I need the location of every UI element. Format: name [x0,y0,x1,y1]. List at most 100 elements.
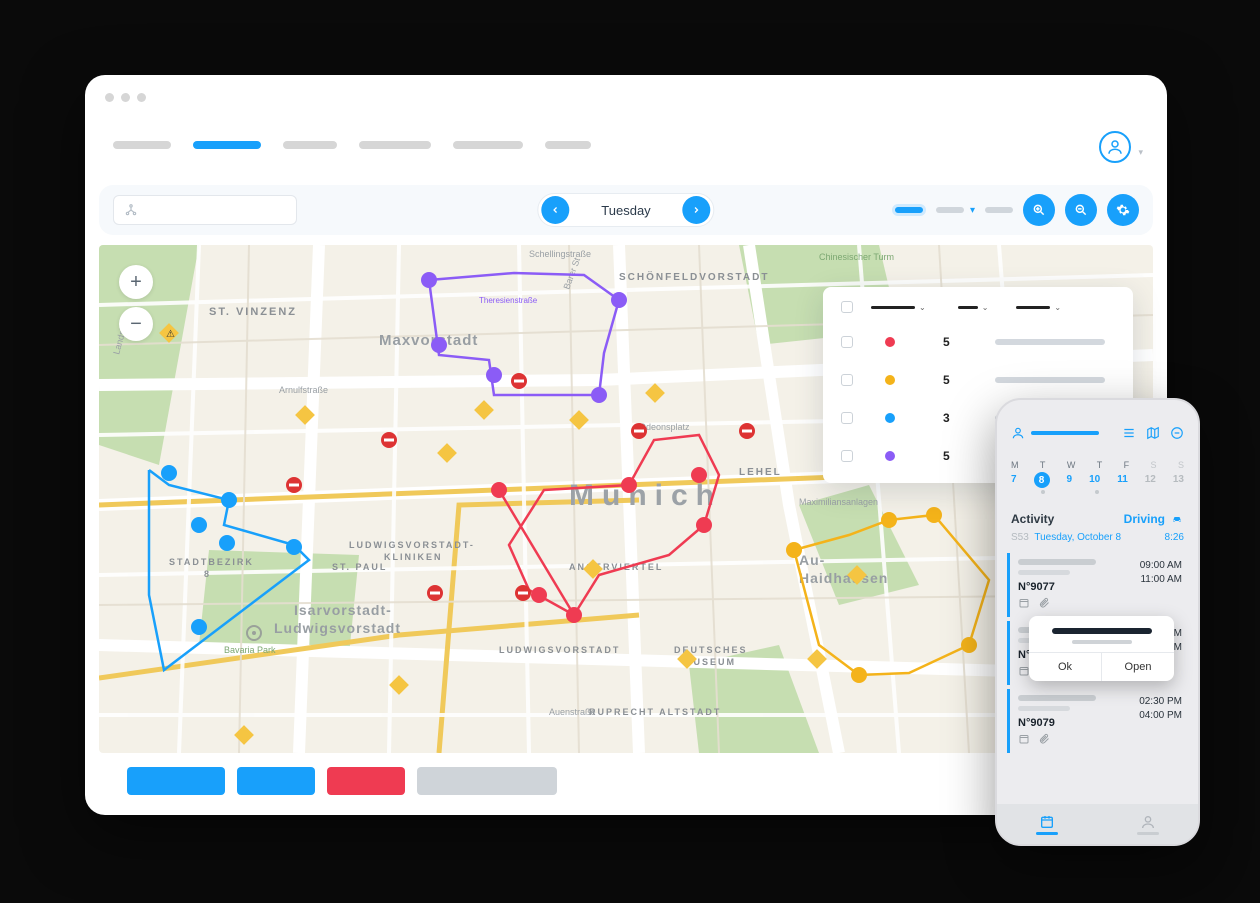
route-count: 5 [943,449,973,463]
day-number[interactable]: 7 [1011,474,1017,488]
svg-text:⚠: ⚠ [166,329,175,340]
zoom-out-button[interactable] [1065,194,1097,226]
dropdown-caret-icon[interactable]: ▾ [970,205,975,216]
tab-schedule[interactable] [1036,814,1058,835]
day-number[interactable]: 11 [1117,474,1128,488]
route-checkbox[interactable] [841,412,853,424]
filter-item[interactable] [985,207,1013,213]
day-header: S [1151,460,1157,470]
svg-text:Ludwigsvorstadt: Ludwigsvorstadt [274,620,401,636]
popup-ok-button[interactable]: Ok [1029,653,1101,681]
popup-sub-placeholder [1072,640,1132,644]
day-number[interactable]: 13 [1173,474,1184,488]
day-number[interactable]: 8 [1034,472,1050,488]
chevron-down-icon[interactable]: ⌄ [919,303,926,312]
svg-text:Chinesischer Turm: Chinesischer Turm [819,252,894,262]
nav-item[interactable] [283,141,337,149]
map-icon[interactable] [1146,426,1160,440]
svg-text:STADTBEZIRK: STADTBEZIRK [169,557,254,567]
schedule-card[interactable]: N°9079 02:30 PM04:00 PM [1007,689,1188,753]
route-count: 5 [943,373,973,387]
zoom-in-icon [1032,203,1046,217]
window-dot[interactable] [121,93,130,102]
search-input[interactable] [113,195,297,225]
popup-dialog: Ok Open [1029,616,1174,681]
day-number[interactable]: 12 [1145,474,1156,488]
avatar-caret-icon[interactable]: ▾ [1138,147,1143,158]
route-color-dot [885,375,895,385]
footer-button[interactable] [327,767,405,795]
day-number[interactable]: 10 [1089,474,1100,488]
settings-button[interactable] [1107,194,1139,226]
phone-tab-bar [997,804,1198,844]
filter-toggle[interactable] [892,204,926,216]
schedule-card[interactable]: N°9077 09:00 AM11:00 AM [1007,553,1188,617]
route-color-dot [885,413,895,423]
list-icon[interactable] [1122,426,1136,440]
route-checkbox[interactable] [841,450,853,462]
svg-text:ST. PAUL: ST. PAUL [332,562,387,572]
tab-profile[interactable] [1137,814,1159,835]
user-icon [1140,814,1156,830]
svg-text:Arnulfstraße: Arnulfstraße [279,385,328,395]
route-row[interactable]: 5 [823,361,1133,399]
map-zoom-controls: + − [119,265,153,341]
nav-item[interactable] [359,141,431,149]
svg-text:Isarvorstadt-: Isarvorstadt- [294,602,392,618]
map-zoom-in-button[interactable]: + [119,265,153,299]
toolbar-right: ▾ [892,194,1139,226]
hierarchy-icon [124,203,138,217]
day-header: T [1040,460,1046,470]
day-header: F [1124,460,1130,470]
avatar[interactable] [1099,131,1131,163]
activity-row: Activity Driving [997,502,1198,528]
phone-title-placeholder [1031,431,1099,435]
day-number[interactable]: 9 [1067,474,1073,488]
route-name-placeholder [995,377,1105,383]
route-count: 3 [943,411,973,425]
select-all-checkbox[interactable] [841,301,853,313]
window-dot[interactable] [105,93,114,102]
footer-button[interactable] [417,767,557,795]
route-checkbox[interactable] [841,374,853,386]
activity-value[interactable]: Driving [1124,512,1184,526]
car-icon [1170,513,1184,525]
map-zoom-out-button[interactable]: − [119,307,153,341]
city-label: Munich [569,479,722,512]
zoom-out-icon [1074,203,1088,217]
activity-label: Activity [1011,512,1054,526]
popup-title-placeholder [1052,628,1152,634]
nav-item[interactable] [453,141,523,149]
window-controls [105,93,146,102]
date-switcher: Tuesday [537,193,714,227]
day-header: M [1011,460,1019,470]
chevron-right-icon [692,205,702,215]
next-day-button[interactable] [683,196,711,224]
svg-text:ST. VINZENZ: ST. VINZENZ [209,306,297,318]
route-checkbox[interactable] [841,336,853,348]
card-id: N°9077 [1018,581,1096,593]
nav-item[interactable] [545,141,591,149]
card-id: N°9079 [1018,717,1096,729]
route-color-dot [885,451,895,461]
footer-button[interactable] [127,767,225,795]
day-header: S [1178,460,1184,470]
zoom-in-button[interactable] [1023,194,1055,226]
filter-item[interactable] [936,207,964,213]
route-name-placeholder [995,339,1105,345]
footer-button[interactable] [237,767,315,795]
attachment-icon [1038,733,1050,745]
nav-item-active[interactable] [193,141,261,149]
prev-day-button[interactable] [541,196,569,224]
day-header: T [1097,460,1103,470]
popup-open-button[interactable]: Open [1101,653,1174,681]
route-row[interactable]: 5 [823,323,1133,361]
window-dot[interactable] [137,93,146,102]
svg-text:Auenstraße: Auenstraße [549,707,596,717]
phone-header [997,400,1198,458]
nav-item[interactable] [113,141,171,149]
chevron-down-icon[interactable]: ⌄ [1054,303,1061,312]
minus-circle-icon[interactable] [1170,426,1184,440]
chevron-down-icon[interactable]: ⌄ [982,303,989,312]
route-color-dot [885,337,895,347]
